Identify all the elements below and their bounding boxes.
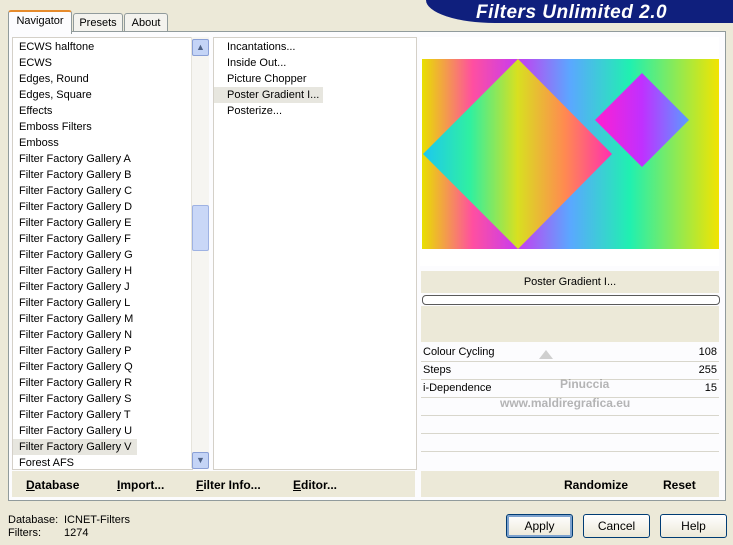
- category-item[interactable]: Filter Factory Gallery P: [13, 343, 137, 359]
- category-item[interactable]: ECWS halftone: [13, 39, 100, 55]
- category-item[interactable]: Filter Factory Gallery H: [13, 263, 138, 279]
- info-area: [421, 306, 719, 342]
- filter-item[interactable]: Poster Gradient I...: [214, 87, 324, 103]
- tab-navigator[interactable]: Navigator: [8, 10, 72, 34]
- category-item[interactable]: Emboss Filters: [13, 119, 98, 135]
- category-item[interactable]: Filter Factory Gallery A: [13, 151, 137, 167]
- tab-navigator-label: Navigator: [16, 15, 64, 27]
- category-item[interactable]: Filter Factory Gallery D: [13, 199, 138, 215]
- filter-item[interactable]: Inside Out...: [214, 55, 290, 71]
- category-item[interactable]: Filter Factory Gallery J: [13, 279, 136, 295]
- tab-presets[interactable]: Presets: [73, 13, 123, 32]
- filter-item[interactable]: Incantations...: [214, 39, 300, 55]
- category-item[interactable]: Filter Factory Gallery T: [13, 407, 137, 423]
- category-item[interactable]: Filter Factory Gallery L: [13, 295, 136, 311]
- randomize-button[interactable]: Randomize: [564, 478, 628, 492]
- filter-name-box: Poster Gradient I...: [421, 271, 719, 293]
- param-label: Colour Cycling: [423, 346, 495, 358]
- banner-title: Filters Unlimited 2.0: [476, 2, 668, 23]
- status-filters-value: 1274: [64, 527, 89, 539]
- cancel-button[interactable]: Cancel: [583, 514, 650, 538]
- progress-bar: [422, 295, 720, 305]
- param-label: i-Dependence: [423, 382, 492, 394]
- param-row-empty: [421, 453, 719, 469]
- category-item[interactable]: Filter Factory Gallery Q: [13, 359, 139, 375]
- tab-presets-label: Presets: [79, 17, 117, 29]
- import-button[interactable]: Import...: [117, 478, 164, 492]
- apply-button[interactable]: Apply: [506, 514, 573, 538]
- category-item[interactable]: Filter Factory Gallery B: [13, 167, 137, 183]
- category-item[interactable]: Filter Factory Gallery C: [13, 183, 138, 199]
- tab-about-label: About: [131, 17, 161, 29]
- category-list[interactable]: ECWS halftone ECWS Edges, Round Edges, Squa…: [12, 37, 193, 470]
- category-item[interactable]: ECWS: [13, 55, 58, 71]
- scroll-up-button[interactable]: ▲: [192, 39, 209, 56]
- preview-image: [422, 59, 719, 249]
- filter-name-label: Poster Gradient I...: [523, 276, 617, 288]
- param-value: 255: [698, 364, 717, 376]
- category-item[interactable]: Filter Factory Gallery R: [13, 375, 138, 391]
- param-row-empty: [421, 435, 719, 452]
- editor-button[interactable]: Editor...: [293, 478, 337, 492]
- category-item[interactable]: Filter Factory Gallery M: [13, 311, 139, 327]
- category-item[interactable]: Filter Factory Gallery S: [13, 391, 137, 407]
- category-item[interactable]: Filter Factory Gallery G: [13, 247, 139, 263]
- param-value: 15: [704, 382, 717, 394]
- category-item[interactable]: Forest AFS: [13, 455, 80, 469]
- category-item[interactable]: Edges, Square: [13, 87, 98, 103]
- category-item[interactable]: Filter Factory Gallery U: [13, 423, 138, 439]
- param-row-empty: [421, 417, 719, 434]
- database-button[interactable]: Database: [26, 478, 79, 492]
- status-database-label: Database:: [8, 514, 59, 526]
- category-item[interactable]: Filter Factory Gallery E: [13, 215, 137, 231]
- status-filters-label: Filters:: [8, 527, 41, 539]
- scroll-thumb[interactable]: [192, 205, 209, 251]
- filter-list[interactable]: Incantations... Inside Out... Picture Chop…: [213, 37, 417, 470]
- preview-panel: [420, 37, 719, 266]
- watermark-line2: www.maldiregrafica.eu: [500, 396, 631, 410]
- category-item[interactable]: Emboss: [13, 135, 65, 151]
- filter-item[interactable]: Posterize...: [214, 103, 286, 119]
- param-label: Steps: [423, 364, 452, 376]
- category-item[interactable]: Filter Factory Gallery V: [13, 439, 138, 455]
- help-button[interactable]: Help: [660, 514, 727, 538]
- slider-marker-icon[interactable]: [539, 350, 553, 359]
- reset-button[interactable]: Reset: [663, 478, 696, 492]
- param-row-colour-cycling[interactable]: Colour Cycling 108: [421, 345, 719, 362]
- category-item[interactable]: Filter Factory Gallery F: [13, 231, 137, 247]
- scroll-down-button[interactable]: ▼: [192, 452, 209, 469]
- tab-about[interactable]: About: [124, 13, 168, 32]
- category-scrollbar[interactable]: [191, 37, 209, 468]
- category-item[interactable]: Edges, Round: [13, 71, 95, 87]
- status-database-value: ICNET-Filters: [64, 514, 130, 526]
- watermark-line1: Pinuccia: [560, 377, 610, 391]
- category-item[interactable]: Filter Factory Gallery N: [13, 327, 138, 343]
- filter-item[interactable]: Picture Chopper: [214, 71, 311, 87]
- param-value: 108: [698, 346, 717, 358]
- category-item[interactable]: Effects: [13, 103, 58, 119]
- filter-info-button[interactable]: Filter Info...: [196, 478, 261, 492]
